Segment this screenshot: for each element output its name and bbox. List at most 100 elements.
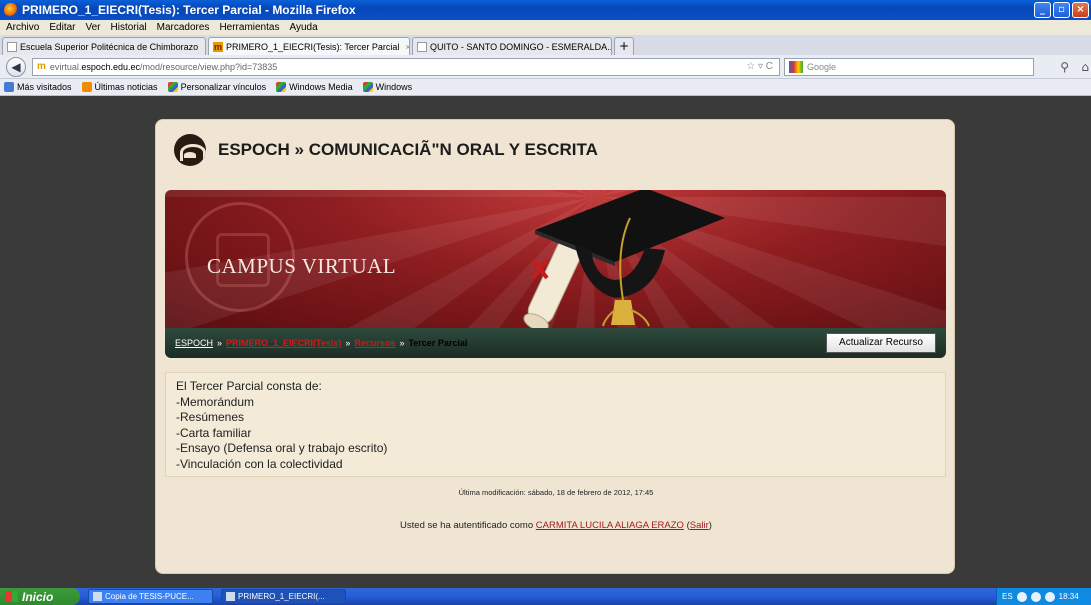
url-domain: espoch.edu.ec — [81, 61, 140, 72]
content-line: -Resúmenes — [176, 410, 245, 424]
login-info: Usted se ha autentificado como CARMITA L… — [400, 520, 712, 531]
content-line: -Vinculación con la colectividad — [176, 456, 343, 471]
taskbar-item-firefox[interactable]: PRIMERO_1_EIECRI(... — [221, 589, 346, 604]
breadcrumb-current: Tercer Parcial — [408, 338, 468, 348]
logout-link[interactable]: Salir — [690, 520, 709, 531]
rss-icon — [81, 82, 92, 92]
start-label: Inicio — [22, 589, 54, 604]
maximize-button[interactable]: ▫ — [1053, 2, 1070, 18]
page-icon — [7, 41, 17, 52]
menu-archivo[interactable]: Archivo — [6, 22, 39, 33]
tab-label: PRIMERO_1_EIECRI(Tesis): Tercer Parcial — [226, 41, 400, 52]
minimize-button[interactable]: _ — [1034, 2, 1051, 18]
page-viewport: ESPOCH » COMUNICACIÃ"N ORAL Y ESCRITA CA… — [0, 97, 1091, 588]
search-placeholder: Google — [807, 61, 837, 72]
user-profile-link[interactable]: CARMITA LUCILA ALIAGA ERAZO — [536, 520, 684, 531]
breadcrumb-course-link[interactable]: PRIMERO_1_EIECRI(Tesis) — [226, 338, 341, 348]
bookmark-ultimas-noticias[interactable]: Últimas noticias — [81, 82, 158, 92]
bookmark-star-icon[interactable]: ☆ ▿ C — [746, 61, 773, 72]
language-indicator[interactable]: ES — [1002, 592, 1013, 601]
breadcrumb-home-link[interactable]: ESPOCH — [175, 338, 213, 348]
navigation-bar: ◀ m evirtual. espoch.edu.ec /mod/resourc… — [0, 55, 1091, 79]
banner-text: CAMPUS VIRTUAL — [207, 254, 397, 278]
url-prefix: evirtual. — [49, 61, 82, 72]
menu-ayuda[interactable]: Ayuda — [289, 22, 317, 33]
page-icon — [417, 41, 427, 52]
breadcrumb-separator: » — [217, 338, 223, 348]
tab-quito[interactable]: QUITO - SANTO DOMINGO - ESMERALDA... × — [412, 37, 612, 55]
tab-tercer-parcial[interactable]: m PRIMERO_1_EIECRI(Tesis): Tercer Parcia… — [208, 37, 410, 55]
volume-icon[interactable] — [1030, 591, 1041, 602]
bookmark-mas-visitados[interactable]: Más visitados — [4, 82, 72, 92]
breadcrumb: ESPOCH » PRIMERO_1_EIECRI(Tesis) » Recur… — [175, 338, 467, 348]
menu-historial[interactable]: Historial — [111, 22, 147, 33]
taskbar-item-word[interactable]: Copia de TESIS-PUCE... — [88, 589, 213, 604]
bookmark-label: Más visitados — [17, 82, 72, 92]
tab-bar: Escuela Superior Politécnica de Chimbora… — [0, 35, 1091, 55]
url-bar[interactable]: m evirtual. espoch.edu.ec /mod/resource/… — [32, 57, 780, 76]
content-line: El Tercer Parcial consta de: — [176, 379, 322, 393]
windows-icon — [276, 82, 287, 92]
course-page: ESPOCH » COMUNICACIÃ"N ORAL Y ESCRITA CA… — [155, 119, 955, 574]
firefox-icon — [4, 3, 18, 17]
menu-bar: Archivo Editar Ver Historial Marcadores … — [0, 20, 1091, 35]
start-button[interactable]: Inicio — [0, 588, 80, 605]
breadcrumb-resources-link[interactable]: Recursos — [354, 338, 395, 348]
bookmark-windows[interactable]: Windows — [362, 82, 413, 92]
document-icon — [93, 592, 102, 601]
menu-herramientas[interactable]: Herramientas — [219, 22, 279, 33]
last-modified-text: Última modificación: sábado, 18 de febre… — [458, 488, 654, 497]
tab-label: Escuela Superior Politécnica de Chimbora… — [20, 41, 199, 52]
search-icon[interactable]: ⚲ — [1060, 60, 1069, 74]
clock: 18:34 — [1058, 592, 1079, 601]
breadcrumb-separator: » — [345, 338, 351, 348]
content-line: -Carta familiar — [176, 425, 252, 440]
bookmark-label: Windows — [375, 82, 413, 92]
network-icon[interactable] — [1016, 591, 1027, 602]
bookmark-personalizar[interactable]: Personalizar vínculos — [167, 82, 267, 92]
bookmark-label: Windows Media — [289, 82, 353, 92]
site-title: ESPOCH » COMUNICACIÃ"N ORAL Y ESCRITA — [218, 140, 598, 159]
bookmark-icon — [4, 82, 14, 92]
windows-flag-icon — [6, 591, 18, 602]
close-button[interactable]: × — [1072, 2, 1089, 18]
back-button[interactable]: ◀ — [6, 56, 26, 77]
breadcrumb-separator: » — [399, 338, 405, 348]
taskbar: Inicio Copia de TESIS-PUCE... PRIMERO_1_… — [0, 588, 1091, 605]
bookmark-label: Últimas noticias — [94, 82, 158, 92]
bookmark-label: Personalizar vínculos — [180, 82, 267, 92]
home-icon[interactable]: ⌂ — [1081, 60, 1089, 74]
content-line: -Ensayo (Defensa oral y trabajo escrito) — [176, 441, 388, 455]
firefox-icon — [226, 592, 235, 601]
task-label: PRIMERO_1_EIECRI(... — [238, 592, 325, 601]
url-path: /mod/resource/view.php?id=73835 — [139, 61, 278, 72]
close-tab-icon[interactable]: × — [204, 42, 205, 52]
menu-editar[interactable]: Editar — [49, 22, 75, 33]
bookmark-windows-media[interactable]: Windows Media — [276, 82, 353, 92]
breadcrumb-bar: ESPOCH » PRIMERO_1_EIECRI(Tesis) » Recur… — [165, 328, 946, 358]
update-resource-button[interactable]: Actualizar Recurso — [826, 333, 936, 353]
window-controls: _ ▫ × — [1034, 2, 1089, 18]
espoch-logo-icon — [174, 134, 206, 166]
close-tab-icon[interactable]: × — [405, 42, 409, 52]
security-icon[interactable] — [1044, 591, 1055, 602]
moodle-icon: m — [213, 41, 223, 52]
menu-ver[interactable]: Ver — [85, 22, 100, 33]
search-input[interactable]: Google — [784, 57, 1034, 76]
bookmarks-bar: Más visitados Últimas noticias Personali… — [0, 79, 1091, 96]
window-title: PRIMERO_1_EIECRI(Tesis): Tercer Parcial … — [22, 3, 356, 17]
menu-marcadores[interactable]: Marcadores — [157, 22, 210, 33]
system-tray: ES 18:34 — [996, 588, 1091, 605]
tab-espoch[interactable]: Escuela Superior Politécnica de Chimbora… — [2, 37, 206, 55]
site-header: ESPOCH » COMUNICACIÃ"N ORAL Y ESCRITA — [174, 134, 598, 166]
new-tab-button[interactable]: + — [614, 37, 634, 55]
window-titlebar: PRIMERO_1_EIECRI(Tesis): Tercer Parcial … — [0, 0, 1091, 20]
google-icon — [789, 60, 803, 73]
graduation-cap-icon — [523, 190, 725, 328]
windows-icon — [167, 82, 178, 92]
tab-label: QUITO - SANTO DOMINGO - ESMERALDA... — [430, 41, 612, 52]
content-line: -Memorándum — [176, 394, 255, 409]
task-label: Copia de TESIS-PUCE... — [105, 592, 194, 601]
campus-banner: CAMPUS VIRTUAL — [165, 190, 946, 328]
login-prefix: Usted se ha autentificado como — [400, 520, 534, 531]
